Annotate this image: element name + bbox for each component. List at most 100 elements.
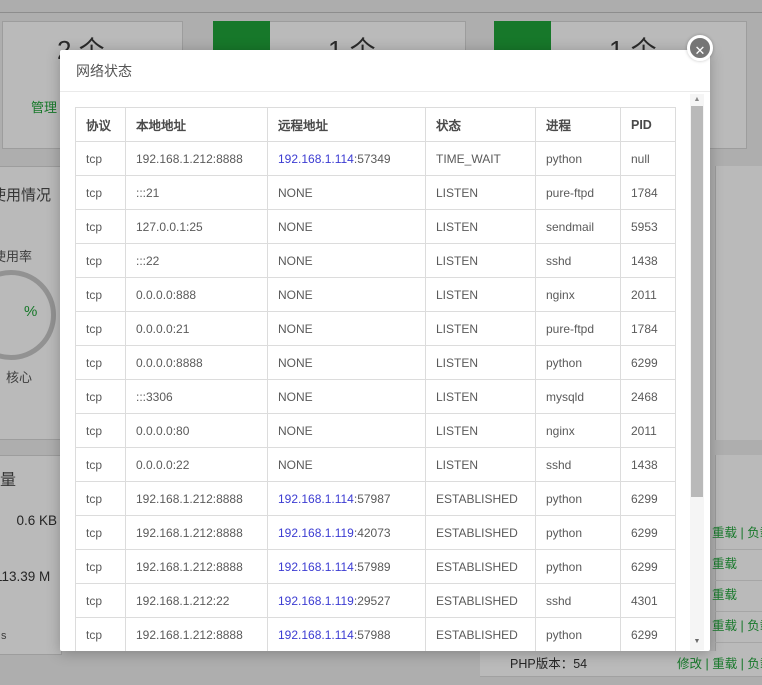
col-header-process: 进程: [536, 108, 621, 142]
cell-status: TIME_WAIT: [426, 142, 536, 176]
cell-local-address: 192.168.1.212:8888: [126, 618, 268, 652]
cell-remote-address: 192.168.1.114:57988: [268, 618, 426, 652]
table-row: tcp 0.0.0.0:888 NONE LISTEN nginx 2011: [76, 278, 676, 312]
cell-process: python: [536, 346, 621, 380]
cell-process: python: [536, 142, 621, 176]
cell-process: python: [536, 550, 621, 584]
cell-protocol: tcp: [76, 618, 126, 652]
cell-process: sendmail: [536, 210, 621, 244]
remote-port: :29527: [354, 594, 391, 608]
cell-remote-address: NONE: [268, 448, 426, 482]
cell-status: LISTEN: [426, 346, 536, 380]
cell-local-address: 192.168.1.212:8888: [126, 516, 268, 550]
scrollbar-thumb[interactable]: [691, 106, 703, 497]
cell-process: python: [536, 482, 621, 516]
remote-ip-link[interactable]: 192.168.1.119: [278, 594, 354, 608]
cell-pid: 1784: [621, 176, 676, 210]
remote-ip-link[interactable]: 192.168.1.114: [278, 492, 354, 506]
cell-local-address: 127.0.0.1:25: [126, 210, 268, 244]
cell-status: LISTEN: [426, 244, 536, 278]
cell-local-address: 0.0.0.0:21: [126, 312, 268, 346]
cell-local-address: :::3306: [126, 380, 268, 414]
cell-status: LISTEN: [426, 380, 536, 414]
cell-status: ESTABLISHED: [426, 618, 536, 652]
close-icon[interactable]: ✕: [687, 35, 713, 61]
cell-process: mysqld: [536, 380, 621, 414]
cell-status: LISTEN: [426, 448, 536, 482]
scrollbar[interactable]: ▲ ▼: [690, 94, 704, 650]
cell-protocol: tcp: [76, 550, 126, 584]
remote-ip-link[interactable]: 192.168.1.119: [278, 526, 354, 540]
cell-pid: 2011: [621, 278, 676, 312]
cell-process: pure-ftpd: [536, 176, 621, 210]
cell-remote-address: NONE: [268, 414, 426, 448]
table-row: tcp 192.168.1.212:8888 192.168.1.119:420…: [76, 516, 676, 550]
cell-protocol: tcp: [76, 448, 126, 482]
dialog-title: 网络状态: [76, 50, 132, 92]
cell-protocol: tcp: [76, 414, 126, 448]
cell-remote-address: NONE: [268, 278, 426, 312]
cell-protocol: tcp: [76, 142, 126, 176]
remote-ip-link[interactable]: 192.168.1.114: [278, 560, 354, 574]
remote-ip-link[interactable]: 192.168.1.114: [278, 152, 354, 166]
cell-pid: 6299: [621, 516, 676, 550]
cell-local-address: :::21: [126, 176, 268, 210]
cell-status: LISTEN: [426, 312, 536, 346]
dialog-header: 网络状态: [60, 50, 710, 92]
table-row: tcp 0.0.0.0:8888 NONE LISTEN python 6299: [76, 346, 676, 380]
dialog-body: 协议 本地地址 远程地址 状态 进程 PID tcp 192.168.1.212…: [60, 92, 710, 651]
table-row: tcp 127.0.0.1:25 NONE LISTEN sendmail 59…: [76, 210, 676, 244]
cell-process: python: [536, 516, 621, 550]
remote-port: :57349: [354, 152, 391, 166]
cell-pid: 1784: [621, 312, 676, 346]
network-connections-table: 协议 本地地址 远程地址 状态 进程 PID tcp 192.168.1.212…: [75, 107, 676, 651]
cell-process: sshd: [536, 448, 621, 482]
cell-protocol: tcp: [76, 210, 126, 244]
table-header-row: 协议 本地地址 远程地址 状态 进程 PID: [76, 108, 676, 142]
cell-pid: 6299: [621, 618, 676, 652]
cell-status: LISTEN: [426, 278, 536, 312]
cell-status: ESTABLISHED: [426, 584, 536, 618]
cell-remote-address: 192.168.1.114:57987: [268, 482, 426, 516]
remote-port: :57989: [354, 560, 391, 574]
table-row: tcp 192.168.1.212:8888 192.168.1.114:579…: [76, 618, 676, 652]
remote-port: :42073: [354, 526, 391, 540]
cell-pid: 6299: [621, 346, 676, 380]
cell-process: pure-ftpd: [536, 312, 621, 346]
table-row: tcp 192.168.1.212:22 192.168.1.119:29527…: [76, 584, 676, 618]
scrollbar-up-icon[interactable]: ▲: [690, 94, 704, 106]
cell-remote-address: NONE: [268, 380, 426, 414]
cell-status: LISTEN: [426, 414, 536, 448]
table-row: tcp :::3306 NONE LISTEN mysqld 2468: [76, 380, 676, 414]
cell-protocol: tcp: [76, 312, 126, 346]
table-body: tcp 192.168.1.212:8888 192.168.1.114:573…: [76, 142, 676, 652]
cell-local-address: 192.168.1.212:22: [126, 584, 268, 618]
cell-pid: 4301: [621, 584, 676, 618]
cell-local-address: 192.168.1.212:8888: [126, 142, 268, 176]
cell-protocol: tcp: [76, 516, 126, 550]
scrollbar-down-icon[interactable]: ▼: [690, 636, 704, 648]
table-row: tcp 192.168.1.212:8888 192.168.1.114:579…: [76, 482, 676, 516]
cell-remote-address: 192.168.1.119:29527: [268, 584, 426, 618]
cell-status: LISTEN: [426, 210, 536, 244]
cell-protocol: tcp: [76, 176, 126, 210]
table-row: tcp 0.0.0.0:21 NONE LISTEN pure-ftpd 178…: [76, 312, 676, 346]
cell-pid: 6299: [621, 550, 676, 584]
cell-pid: 1438: [621, 244, 676, 278]
cell-local-address: 0.0.0.0:888: [126, 278, 268, 312]
table-row: tcp 0.0.0.0:22 NONE LISTEN sshd 1438: [76, 448, 676, 482]
cell-local-address: 0.0.0.0:22: [126, 448, 268, 482]
col-header-protocol: 协议: [76, 108, 126, 142]
table-row: tcp :::21 NONE LISTEN pure-ftpd 1784: [76, 176, 676, 210]
cell-local-address: 0.0.0.0:80: [126, 414, 268, 448]
cell-protocol: tcp: [76, 346, 126, 380]
cell-local-address: 0.0.0.0:8888: [126, 346, 268, 380]
cell-process: sshd: [536, 244, 621, 278]
cell-process: sshd: [536, 584, 621, 618]
cell-pid: 5953: [621, 210, 676, 244]
col-header-remote-address: 远程地址: [268, 108, 426, 142]
col-header-status: 状态: [426, 108, 536, 142]
page: 2 个 1 个 1 个 管理 使用情况 使用率 % 核心 量 0.6 KB 11…: [0, 0, 762, 685]
remote-ip-link[interactable]: 192.168.1.114: [278, 628, 354, 642]
cell-process: python: [536, 618, 621, 652]
